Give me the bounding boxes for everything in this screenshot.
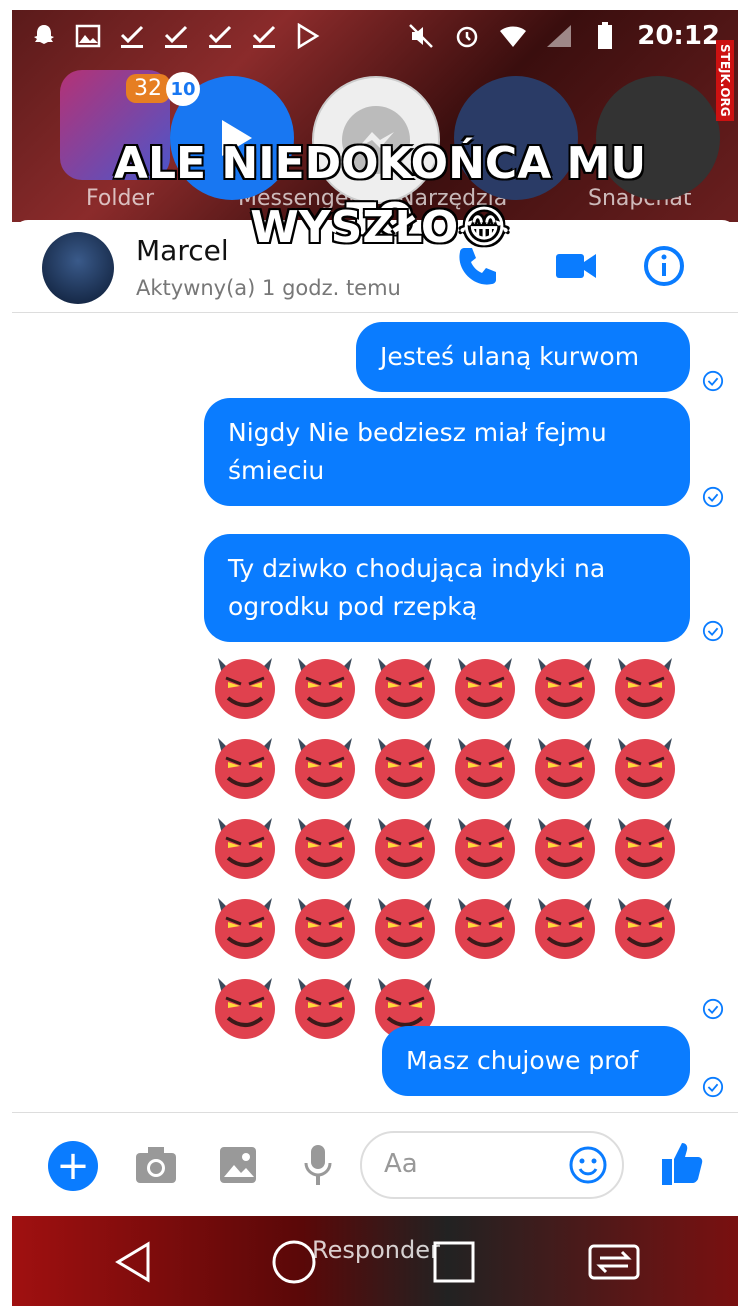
microphone-icon[interactable]	[302, 1143, 334, 1187]
smiling-imp-emoji	[288, 648, 362, 722]
contact-status: Aktywny(a) 1 godz. temu	[136, 276, 401, 300]
app-badge: 32	[126, 74, 170, 103]
smiling-imp-emoji	[288, 728, 362, 802]
smiling-imp-emoji	[208, 808, 282, 882]
smiling-imp-emoji	[448, 648, 522, 722]
smiling-imp-emoji	[448, 808, 522, 882]
check-notification-icon	[250, 22, 278, 50]
seen-check-icon	[702, 1076, 724, 1098]
smiling-imp-emoji	[288, 888, 362, 962]
check-notification-icon	[118, 22, 146, 50]
composer-bar: + Aa	[12, 1112, 738, 1217]
gallery-icon[interactable]	[218, 1145, 258, 1185]
seen-check-icon	[702, 998, 724, 1020]
screen: 20:12 Folder Messenger Narzędzia Snapcha…	[0, 0, 750, 1316]
seen-check-icon	[702, 370, 724, 392]
smiling-imp-emoji	[608, 648, 682, 722]
smiling-imp-emoji	[208, 968, 282, 1042]
smiling-imp-emoji	[528, 648, 602, 722]
smiling-imp-emoji	[368, 648, 442, 722]
message-list[interactable]: Jesteś ulaną kurwom Nigdy Nie bedziesz m…	[12, 314, 738, 1110]
message-bubble[interactable]: Masz chujowe prof	[382, 1026, 690, 1096]
add-icon[interactable]: +	[48, 1141, 98, 1191]
smiling-imp-emoji	[528, 728, 602, 802]
smiling-imp-emoji	[608, 808, 682, 882]
smiling-imp-emoji	[528, 888, 602, 962]
emoji-icon[interactable]	[568, 1145, 608, 1185]
image-notification-icon	[74, 22, 102, 50]
smiling-imp-emoji	[208, 888, 282, 962]
smiling-imp-emoji	[288, 968, 362, 1042]
signal-icon	[545, 22, 573, 50]
alarm-icon	[453, 22, 481, 50]
seen-check-icon	[702, 620, 724, 642]
thumbs-up-icon[interactable]	[660, 1139, 704, 1187]
seen-check-icon	[702, 486, 724, 508]
wifi-icon	[499, 22, 527, 50]
watermark: STEJK.ORG	[716, 40, 734, 121]
message-input[interactable]: Aa	[360, 1131, 624, 1199]
smiling-imp-emoji	[208, 648, 282, 722]
snapchat-notification-icon	[30, 22, 58, 50]
smiling-imp-emoji	[448, 728, 522, 802]
smiling-imp-emoji	[528, 808, 602, 882]
switch-window-icon[interactable]	[586, 1240, 642, 1284]
chat-head-badge: 10	[166, 72, 200, 106]
message-bubble[interactable]: Ty dziwko chodująca indyki na ogrodku po…	[204, 534, 690, 642]
check-notification-icon	[206, 22, 234, 50]
smiling-imp-emoji	[288, 808, 362, 882]
recent-apps-icon[interactable]	[432, 1240, 476, 1284]
play-store-notification-icon	[294, 22, 322, 50]
smiling-imp-emoji	[368, 728, 442, 802]
smiling-imp-emoji	[368, 888, 442, 962]
home-icon[interactable]	[270, 1238, 318, 1286]
emoji-message[interactable]	[208, 648, 688, 1042]
navbar-overlay-text: Responder	[312, 1236, 440, 1264]
navigation-bar: Responder	[12, 1216, 738, 1306]
smiling-imp-emoji	[208, 728, 282, 802]
smiling-imp-emoji	[448, 888, 522, 962]
camera-icon[interactable]	[134, 1145, 178, 1185]
meme-caption-line2: WYSZŁO😂	[250, 202, 510, 253]
status-bar: 20:12	[12, 10, 738, 62]
smiling-imp-emoji	[608, 728, 682, 802]
clock: 20:12	[637, 21, 720, 51]
smiling-imp-emoji	[368, 808, 442, 882]
battery-icon	[591, 22, 619, 50]
message-bubble[interactable]: Nigdy Nie bedziesz miał fejmu śmieciu	[204, 398, 690, 506]
smiling-imp-emoji	[608, 888, 682, 962]
message-input-placeholder: Aa	[384, 1149, 418, 1179]
back-icon[interactable]	[112, 1240, 156, 1284]
message-bubble[interactable]: Jesteś ulaną kurwom	[356, 322, 690, 392]
mute-icon	[407, 22, 435, 50]
check-notification-icon	[162, 22, 190, 50]
